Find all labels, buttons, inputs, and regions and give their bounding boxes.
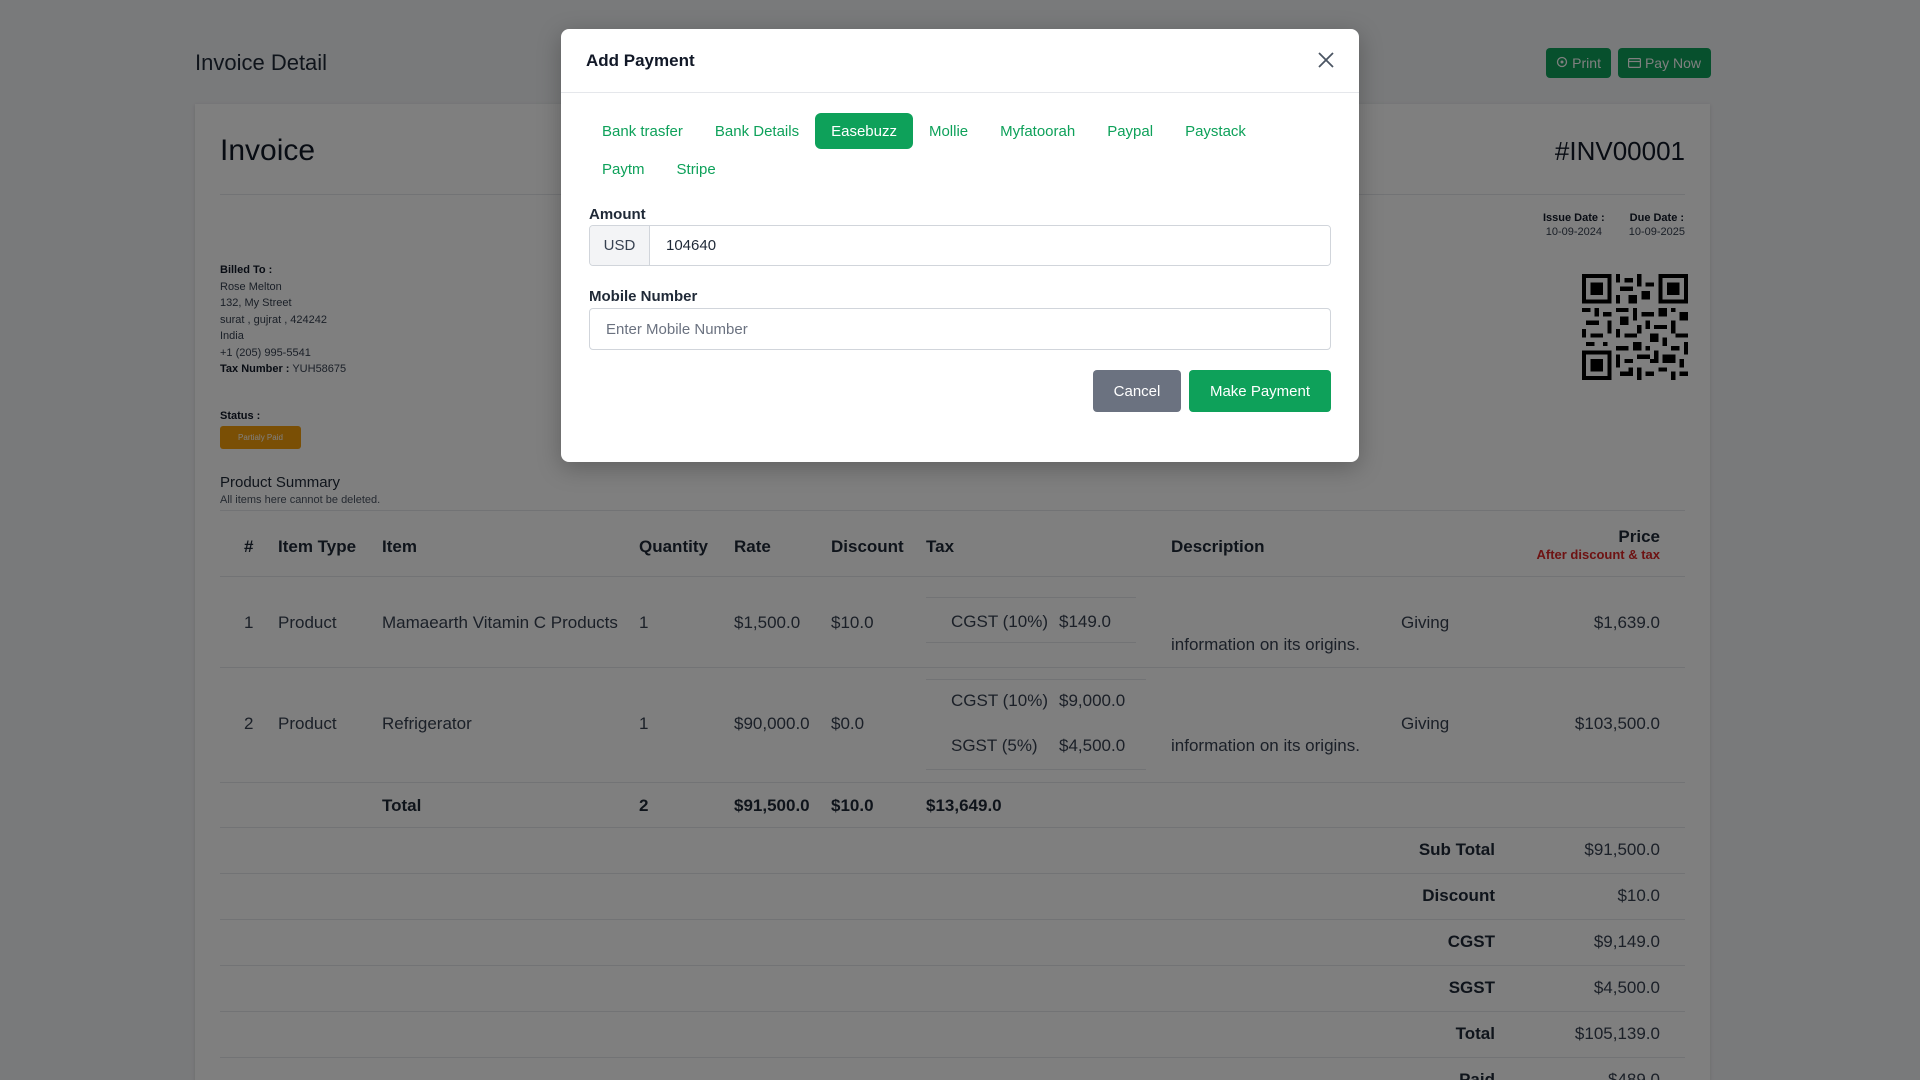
tab-paypal[interactable]: Paypal: [1091, 113, 1169, 149]
modal-header: Add Payment: [561, 29, 1359, 93]
tab-bank-transfer[interactable]: Bank trasfer: [586, 113, 699, 149]
amount-label: Amount: [589, 206, 646, 223]
close-button[interactable]: [1315, 49, 1337, 71]
tab-myfatoorah[interactable]: Myfatoorah: [984, 113, 1091, 149]
currency-addon: USD: [590, 226, 650, 265]
mobile-number-label: Mobile Number: [589, 288, 698, 305]
cancel-button[interactable]: Cancel: [1093, 370, 1181, 412]
make-payment-button[interactable]: Make Payment: [1189, 370, 1331, 412]
close-icon: [1318, 52, 1334, 68]
tab-easebuzz[interactable]: Easebuzz: [815, 113, 913, 149]
modal-title: Add Payment: [586, 51, 695, 70]
tab-mollie[interactable]: Mollie: [913, 113, 984, 149]
tab-stripe[interactable]: Stripe: [661, 151, 732, 187]
amount-input[interactable]: [650, 226, 1330, 265]
tab-paystack[interactable]: Paystack: [1169, 113, 1262, 149]
payment-method-tabs: Bank trasfer Bank Details Easebuzz Molli…: [586, 113, 1336, 187]
mobile-number-input[interactable]: [589, 308, 1331, 350]
add-payment-modal: Add Payment Bank trasfer Bank Details Ea…: [561, 29, 1359, 462]
tab-paytm[interactable]: Paytm: [586, 151, 661, 187]
tab-bank-details[interactable]: Bank Details: [699, 113, 815, 149]
amount-input-group: USD: [589, 225, 1331, 266]
